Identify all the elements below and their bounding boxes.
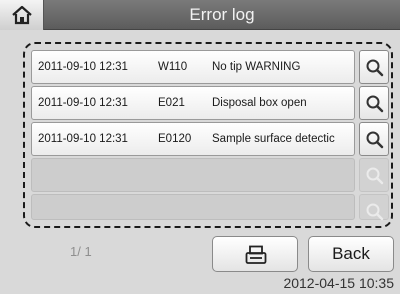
page-indicator: 1/ 1	[70, 244, 92, 259]
log-row[interactable]: 2011-09-10 12:31 E0120 Sample surface de…	[31, 122, 355, 156]
detail-button[interactable]	[359, 122, 389, 156]
printer-icon	[245, 245, 267, 264]
detail-button[interactable]	[359, 50, 389, 84]
search-icon	[366, 59, 384, 77]
search-icon	[366, 167, 384, 185]
search-icon	[366, 95, 384, 113]
log-code: E0120	[158, 133, 192, 145]
title-bar: Error log	[0, 0, 400, 30]
detail-button-disabled	[359, 158, 389, 192]
log-row[interactable]: 2011-09-10 12:31 E021 Disposal box open	[31, 86, 355, 120]
page-title: Error log	[189, 5, 255, 24]
log-date: 2011-09-10 12:31	[38, 97, 128, 109]
log-date: 2011-09-10 12:31	[38, 133, 128, 145]
print-button[interactable]	[212, 236, 298, 272]
search-icon	[366, 131, 384, 149]
status-datetime: 2012-04-15 10:35	[283, 275, 394, 291]
detail-button[interactable]	[359, 86, 389, 120]
empty-row	[31, 158, 355, 192]
log-message: Disposal box open	[212, 97, 307, 109]
detail-button-disabled	[359, 194, 389, 221]
back-button[interactable]: Back	[308, 236, 394, 272]
log-row[interactable]: 2011-09-10 12:31 W110 No tip WARNING	[31, 50, 355, 84]
home-icon	[12, 5, 32, 25]
log-message: Sample surface detectic	[212, 133, 335, 145]
home-button[interactable]	[0, 0, 44, 30]
log-code: W110	[158, 61, 188, 73]
log-message: No tip WARNING	[212, 61, 301, 73]
log-code: E021	[158, 97, 185, 109]
log-date: 2011-09-10 12:31	[38, 61, 128, 73]
empty-row	[31, 194, 355, 220]
error-log-list: 2011-09-10 12:31 W110 No tip WARNING 201…	[23, 42, 393, 228]
search-icon	[366, 203, 384, 221]
